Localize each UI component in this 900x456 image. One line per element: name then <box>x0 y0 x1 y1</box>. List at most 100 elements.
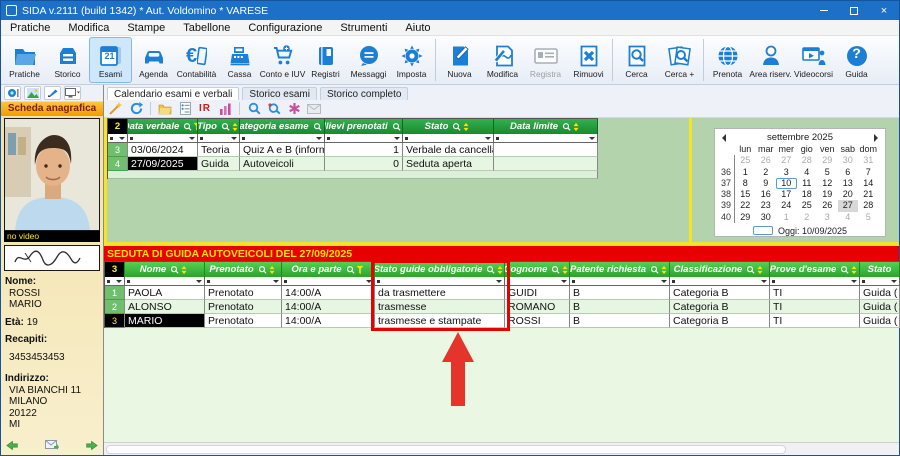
magic-wand-icon[interactable] <box>108 101 124 116</box>
calendar-day[interactable]: 26 <box>756 155 777 166</box>
calendar-day[interactable]: 8 <box>735 178 756 189</box>
filter-cell[interactable] <box>505 277 570 286</box>
calendar-day[interactable]: 5 <box>817 167 838 178</box>
cell[interactable]: Prenotato <box>205 300 282 314</box>
search-advanced-icon[interactable] <box>266 101 282 116</box>
cell[interactable]: Categoria B <box>670 286 770 300</box>
col-stato[interactable]: Stato <box>403 119 494 134</box>
cell[interactable]: PAOLA <box>125 286 205 300</box>
calendar-day[interactable]: 18 <box>797 189 818 200</box>
calendar-day[interactable]: 9 <box>756 178 777 189</box>
col-prenotato[interactable]: Prenotato <box>205 262 282 277</box>
toolbar-videocorsi[interactable]: Videocorsi <box>792 37 835 83</box>
cell[interactable]: ALONSO <box>125 300 205 314</box>
menu-pratiche[interactable]: Pratiche <box>1 22 59 34</box>
cell[interactable]: Prenotato <box>205 314 282 328</box>
calendar-day[interactable]: 25 <box>797 200 818 211</box>
col-allievi-prenotati[interactable]: Allievi prenotati <box>325 119 403 134</box>
calendar-day[interactable]: 19 <box>817 189 838 200</box>
cell[interactable]: trasmesse <box>375 300 505 314</box>
toolbar-storico[interactable]: Storico <box>46 37 89 83</box>
calendar-day[interactable]: 25 <box>735 155 756 166</box>
chart-icon[interactable] <box>217 101 233 116</box>
col-nome[interactable]: Nome <box>125 262 205 277</box>
col-data-verbale[interactable]: Data verbale <box>128 119 198 134</box>
refresh-icon[interactable] <box>128 101 144 116</box>
cell[interactable]: 0 <box>325 157 403 171</box>
cell[interactable]: Categoria B <box>670 300 770 314</box>
filter-cell[interactable] <box>325 134 403 143</box>
calendar-day[interactable]: 15 <box>735 189 756 200</box>
toolbar-guida[interactable]: ?Guida <box>835 37 878 83</box>
cell[interactable]: ROSSI <box>505 314 570 328</box>
cell[interactable]: Guida <box>198 157 240 171</box>
cell[interactable]: 14:00/A <box>282 314 375 328</box>
minimize-button[interactable] <box>809 1 839 20</box>
cell[interactable]: ROMANO <box>505 300 570 314</box>
cell[interactable] <box>494 143 598 157</box>
filter-cell[interactable] <box>860 277 900 286</box>
toolbar-registri[interactable]: Registri <box>304 37 347 83</box>
calendar-day[interactable]: 27 <box>776 155 797 166</box>
cell[interactable]: GUIDI <box>505 286 570 300</box>
calendar-day[interactable]: 1 <box>735 167 756 178</box>
toolbar-cerca-plus[interactable]: Cerca + <box>658 37 701 83</box>
cell[interactable]: 14:00/A <box>282 286 375 300</box>
toolbar-rimuovi[interactable]: Rimuovi <box>567 37 610 83</box>
calendar-day[interactable]: 29 <box>817 155 838 166</box>
filter-cell[interactable] <box>128 134 198 143</box>
open-folder-icon[interactable] <box>157 101 173 116</box>
calendar-day[interactable]: 30 <box>838 155 859 166</box>
cell[interactable]: TI <box>770 286 860 300</box>
toolbar-area-riservata[interactable]: Area riserv. <box>749 37 792 83</box>
scrollbar-thumb[interactable] <box>106 445 786 454</box>
selected-row-number[interactable]: 3 <box>105 314 125 328</box>
calendar-day[interactable]: 4 <box>797 167 818 178</box>
row-number[interactable]: 4 <box>108 157 128 171</box>
cell[interactable]: Categoria B <box>670 314 770 328</box>
calendar-day[interactable]: 5 <box>858 212 879 223</box>
cell[interactable]: Autoveicoli <box>240 157 325 171</box>
toolbar-pratiche[interactable]: Pratiche <box>3 37 46 83</box>
menu-strumenti[interactable]: Strumenti <box>331 22 396 34</box>
toolbar-contabilita[interactable]: €Contabilità <box>175 37 218 83</box>
search-small-icon[interactable] <box>246 101 262 116</box>
calendar-selected-day[interactable]: 27 <box>838 200 859 211</box>
calendar-day[interactable]: 13 <box>838 178 859 189</box>
toolbar-modifica[interactable]: Modifica <box>481 37 524 83</box>
next-record-arrow-icon[interactable] <box>85 440 98 451</box>
webcam-icon[interactable] <box>4 86 21 100</box>
calendar-day[interactable]: 6 <box>838 167 859 178</box>
calendar-day[interactable]: 20 <box>838 189 859 200</box>
calendar-day[interactable]: 16 <box>756 189 777 200</box>
cell[interactable]: TI <box>770 314 860 328</box>
calendar-day[interactable]: 7 <box>858 167 879 178</box>
today-label[interactable]: Oggi: 10/09/2025 <box>778 226 847 236</box>
filter-cell[interactable] <box>375 277 505 286</box>
col-categoria-esame[interactable]: Categoria esame <box>240 119 325 134</box>
menu-aiuto[interactable]: Aiuto <box>396 22 439 34</box>
col-classificazione[interactable]: Classificazione <box>670 262 770 277</box>
calendar-day[interactable]: 22 <box>735 200 756 211</box>
col-ora-e-parte[interactable]: Ora e parte <box>282 262 375 277</box>
filter-cell[interactable] <box>403 134 494 143</box>
calendar-day[interactable]: 2 <box>756 167 777 178</box>
toolbar-conto-iuv[interactable]: Conto e IUV <box>261 37 304 83</box>
calendar-day[interactable]: 17 <box>776 189 797 200</box>
calendar-day[interactable]: 28 <box>797 155 818 166</box>
filter-cell[interactable] <box>105 277 125 286</box>
cell[interactable]: Guida ( <box>860 300 900 314</box>
calendar-next-icon[interactable] <box>874 134 878 142</box>
col-tipo[interactable]: Tipo <box>198 119 240 134</box>
toolbar-agenda[interactable]: Agenda <box>132 37 175 83</box>
calendar-day[interactable]: 11 <box>797 178 818 189</box>
filter-cell[interactable] <box>240 134 325 143</box>
calendar-day[interactable]: 21 <box>858 189 879 200</box>
toolbar-messaggi[interactable]: Messaggi <box>347 37 390 83</box>
calendar-day[interactable]: 26 <box>817 200 838 211</box>
calendar-day[interactable]: 1 <box>776 212 797 223</box>
cell[interactable] <box>494 157 598 171</box>
toolbar-prenota[interactable]: Prenota <box>706 37 749 83</box>
list-report-icon[interactable] <box>177 101 193 116</box>
menu-configurazione[interactable]: Configurazione <box>239 22 331 34</box>
